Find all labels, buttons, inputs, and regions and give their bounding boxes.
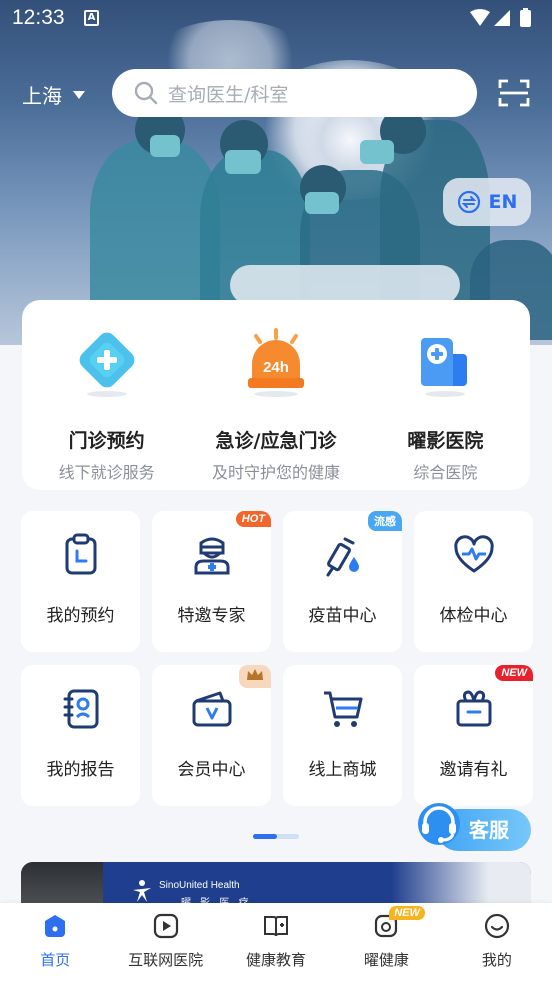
page-indicator — [253, 834, 299, 839]
service-title: 急诊/应急门诊 — [215, 430, 337, 452]
tab-internet-hospital[interactable]: 互联网医院 — [110, 903, 220, 983]
service-subtitle: 综合医院 — [413, 463, 478, 482]
service-outpatient-appointment[interactable]: 门诊预约 线下就诊服务 — [22, 300, 191, 490]
alarm-24h-icon: 24h — [247, 328, 304, 397]
grid-item-label: 邀请有礼 — [439, 760, 508, 780]
grid-item-checkup-center[interactable]: 体检中心 — [414, 511, 533, 652]
tab-label: 互联网医院 — [128, 951, 204, 969]
bottom-tab-bar: 首页 互联网医院 健康教育 NEW 曜健康 我的 — [0, 903, 552, 983]
tab-new-badge: NEW — [389, 906, 425, 920]
grid-item-label: 体检中心 — [439, 606, 508, 626]
language-label: EN — [488, 191, 518, 213]
status-bar: 12:33 A — [0, 0, 552, 40]
promo-banner[interactable]: SinoUnited Health 曜 影 医 疗 — [21, 862, 531, 906]
tab-label: 健康教育 — [246, 951, 307, 969]
grid-item-invite-gift[interactable]: NEW 邀请有礼 — [414, 665, 533, 806]
banner-photo-right — [391, 862, 531, 906]
main-services-card: 门诊预约 线下就诊服务 24h 急诊/应急门诊 及时守护您的健康 曜影医院 综合… — [22, 300, 530, 490]
profile-smile-icon — [484, 913, 509, 939]
status-time: 12:33 — [12, 6, 65, 29]
grid-item-invited-experts[interactable]: HOT 特邀专家 — [152, 511, 271, 652]
flu-badge: 流感 — [368, 511, 402, 531]
grid-item-label: 特邀专家 — [177, 606, 246, 626]
swap-icon — [457, 190, 480, 214]
service-title: 门诊预约 — [68, 430, 145, 452]
grid-item-my-reports[interactable]: 我的报告 — [21, 665, 140, 806]
syringe-icon — [326, 537, 359, 577]
search-placeholder: 查询医生/科室 — [168, 83, 289, 106]
search-input[interactable]: 查询医生/科室 — [112, 69, 477, 117]
tab-label: 我的 — [481, 951, 512, 969]
report-icon — [63, 689, 98, 729]
search-icon — [134, 81, 158, 105]
grid-item-label: 疫苗中心 — [308, 606, 377, 626]
notification-icon: A — [84, 10, 99, 26]
city-selector[interactable]: 上海 — [22, 80, 86, 109]
headset-icon — [418, 803, 460, 845]
brand-logo-icon — [133, 880, 151, 902]
grid-item-label: 线上商城 — [308, 760, 377, 780]
service-subtitle: 线下就诊服务 — [58, 463, 155, 482]
hospital-building-icon — [421, 338, 468, 397]
system-status-icons — [470, 8, 531, 27]
doctor-icon — [194, 537, 229, 575]
plus-diamond-icon — [79, 332, 135, 397]
book-icon — [264, 916, 289, 937]
video-play-icon — [153, 913, 178, 939]
page-indicator-active — [253, 834, 277, 839]
home-icon — [45, 915, 66, 937]
banner-brand-en: SinoUnited Health — [159, 880, 240, 891]
service-subtitle: 及时守护您的健康 — [211, 463, 340, 482]
clipboard-clock-icon — [65, 533, 96, 575]
caret-down-icon — [73, 90, 85, 99]
tab-yao-health[interactable]: NEW 曜健康 — [331, 903, 441, 983]
service-hospital[interactable]: 曜影医院 综合医院 — [361, 300, 530, 490]
grid-item-label: 我的报告 — [46, 760, 115, 780]
hero-background-image — [0, 0, 552, 345]
hot-badge: HOT — [235, 511, 271, 527]
grid-item-label: 我的预约 — [46, 606, 115, 626]
banner-photo — [21, 862, 103, 906]
grid-item-member-center[interactable]: 会员中心 — [152, 665, 271, 806]
cart-icon — [323, 691, 362, 727]
customer-service-button[interactable]: 客服 — [415, 800, 531, 854]
new-badge: NEW — [495, 665, 533, 681]
alarm-24h-text: 24h — [263, 359, 289, 376]
grid-item-vaccine-center[interactable]: 流感 疫苗中心 — [283, 511, 402, 652]
service-title: 曜影医院 — [407, 430, 484, 452]
tab-health-education[interactable]: 健康教育 — [221, 903, 331, 983]
grid-item-online-mall[interactable]: 线上商城 — [283, 665, 402, 806]
language-toggle-button[interactable]: EN — [443, 178, 531, 226]
grid-item-my-appointments[interactable]: 我的预约 — [21, 511, 140, 652]
vip-card-icon — [192, 691, 231, 727]
crown-icon — [247, 669, 263, 680]
tab-label: 首页 — [40, 951, 71, 969]
grid-item-label: 会员中心 — [177, 760, 246, 780]
tab-home[interactable]: 首页 — [0, 903, 110, 983]
gift-icon — [456, 690, 491, 727]
city-name: 上海 — [22, 84, 62, 108]
heart-pulse-icon — [453, 535, 494, 573]
scan-icon[interactable] — [498, 78, 530, 108]
tab-profile[interactable]: 我的 — [442, 903, 552, 983]
tab-label: 曜健康 — [363, 951, 409, 969]
crown-badge — [239, 665, 271, 688]
service-emergency[interactable]: 24h 急诊/应急门诊 及时守护您的健康 — [191, 300, 360, 490]
